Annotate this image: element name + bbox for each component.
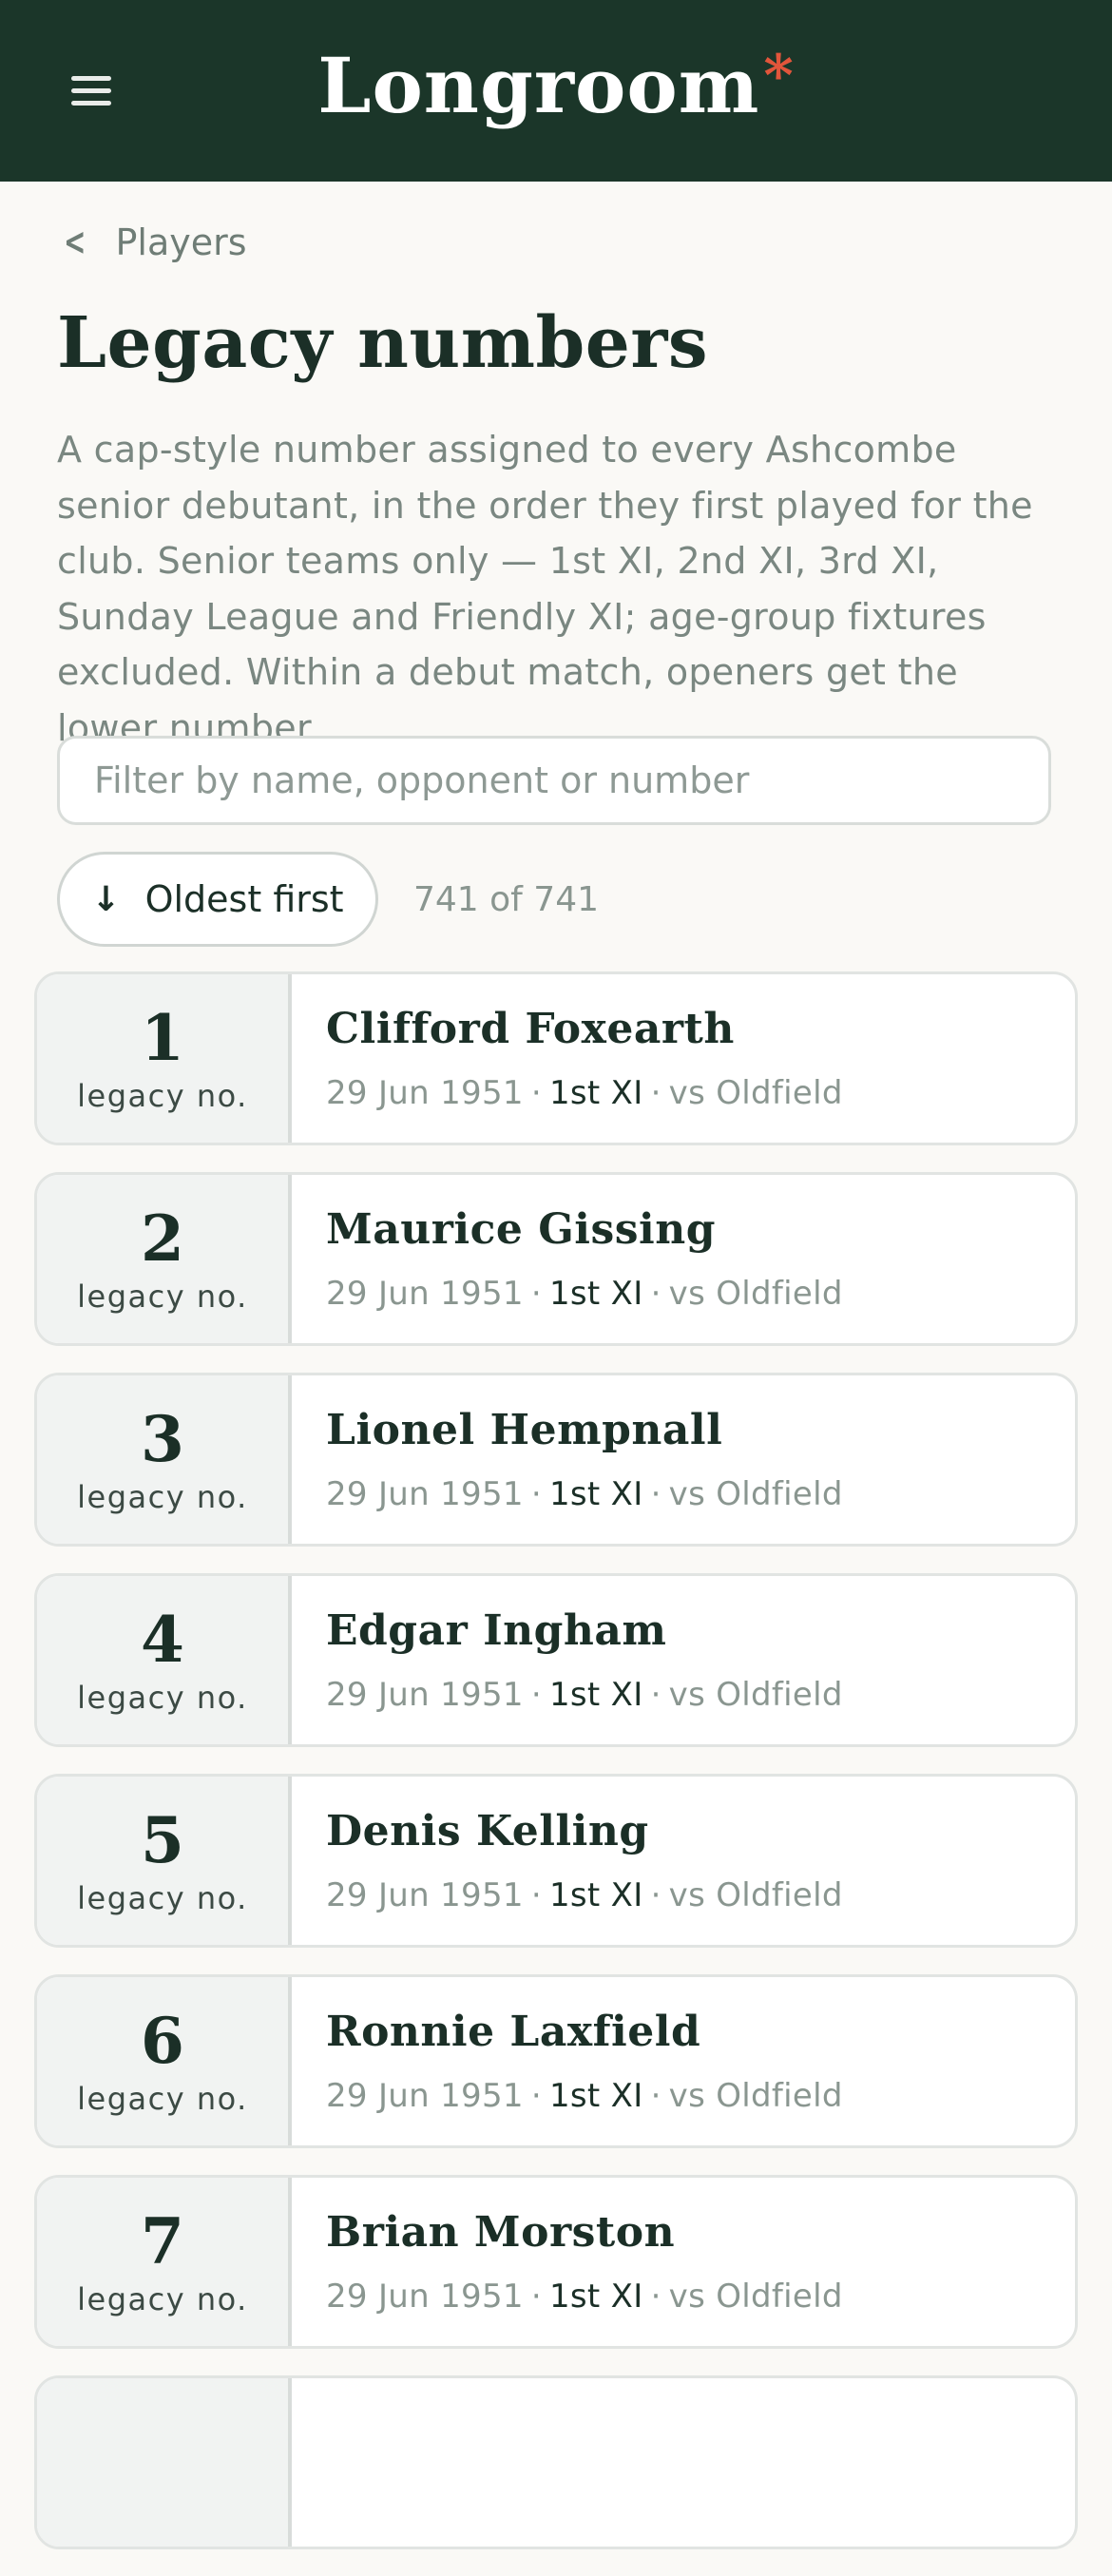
player-info: Brian Morston 29 Jun 1951 · 1st XI · vs Oldf… xyxy=(292,2178,843,2346)
arrow-down-icon: ↓ xyxy=(91,879,121,919)
legacy-number: 2 xyxy=(141,1201,184,1276)
debut-opponent: vs Oldfield xyxy=(668,1876,843,1914)
player-card[interactable]: 2 legacy no. Maurice Gissing 29 Jun 1951… xyxy=(34,1172,1078,1346)
player-info: Lionel Hempnall 29 Jun 1951 · 1st XI · vs Ol… xyxy=(292,1375,843,1544)
debut-opponent: vs Oldfield xyxy=(668,2278,843,2316)
hamburger-icon xyxy=(71,76,111,106)
brand-name: Longroom xyxy=(317,40,760,130)
player-card[interactable]: 1 legacy no. Clifford Foxearth 29 Jun 19… xyxy=(34,971,1078,1145)
debut-details: 29 Jun 1951 · 1st XI · vs Oldfield xyxy=(326,1475,843,1513)
player-name: Clifford Foxearth xyxy=(326,1005,735,1053)
legacy-number-label: legacy no. xyxy=(77,1077,248,1114)
player-name: Lionel Hempnall xyxy=(326,1406,723,1454)
legacy-number-box: 7 legacy no. xyxy=(37,2178,292,2346)
legacy-number: 7 xyxy=(141,2203,184,2278)
debut-team: 1st XI xyxy=(548,2278,643,2316)
debut-opponent: vs Oldfield xyxy=(668,1676,843,1714)
legacy-number-label: legacy no. xyxy=(77,1679,248,1716)
debut-team: 1st XI xyxy=(548,1475,643,1513)
debut-date: 29 Jun 1951 xyxy=(326,2278,524,2316)
debut-team: 1st XI xyxy=(548,1676,643,1714)
page-description: A cap-style number assigned to every Ash… xyxy=(57,429,1033,749)
player-info: Clifford Foxearth 29 Jun 1951 · 1st XI · vs … xyxy=(292,974,843,1143)
legacy-number-box: 6 legacy no. xyxy=(37,1977,292,2145)
legacy-number: 1 xyxy=(141,1000,184,1075)
debut-team: 1st XI xyxy=(548,2077,643,2115)
debut-date: 29 Jun 1951 xyxy=(326,1275,524,1313)
player-card[interactable]: 6 legacy no. Ronnie Laxfield 29 Jun 1951… xyxy=(34,1974,1078,2148)
player-card[interactable]: 7 legacy no. Brian Morston 29 Jun 1951 · 1… xyxy=(34,2175,1078,2349)
page-title: Legacy numbers xyxy=(57,302,708,384)
player-card[interactable]: 5 legacy no. Denis Kelling 29 Jun 1951 · 1… xyxy=(34,1774,1078,1948)
debut-date: 29 Jun 1951 xyxy=(326,1876,524,1914)
debut-details: 29 Jun 1951 · 1st XI · vs Oldfield xyxy=(326,1676,843,1714)
legacy-number-box: 1 legacy no. xyxy=(37,974,292,1143)
player-info xyxy=(292,2378,326,2547)
brand-logo[interactable]: Longroom* xyxy=(317,41,795,130)
legacy-number-label: legacy no. xyxy=(77,1278,248,1315)
debut-details: 29 Jun 1951 · 1st XI · vs Oldfield xyxy=(326,2278,843,2316)
top-app-bar: Longroom* xyxy=(0,0,1112,182)
debut-opponent: vs Oldfield xyxy=(668,2077,843,2115)
debut-details: 29 Jun 1951 · 1st XI · vs Oldfield xyxy=(326,1074,843,1112)
legacy-number-box xyxy=(37,2378,292,2547)
debut-details: 29 Jun 1951 · 1st XI · vs Oldfield xyxy=(326,1876,843,1914)
debut-date: 29 Jun 1951 xyxy=(326,1475,524,1513)
legacy-list: 1 legacy no. Clifford Foxearth 29 Jun 19… xyxy=(34,971,1078,2576)
filter-input[interactable] xyxy=(57,736,1051,825)
sort-toggle-button[interactable]: ↓ Oldest first xyxy=(57,852,378,947)
debut-date: 29 Jun 1951 xyxy=(326,2077,524,2115)
legacy-number: 4 xyxy=(141,1602,184,1677)
debut-date: 29 Jun 1951 xyxy=(326,1676,524,1714)
back-link-label: Players xyxy=(115,221,247,263)
debut-team: 1st XI xyxy=(548,1876,643,1914)
player-info: Maurice Gissing 29 Jun 1951 · 1st XI · vs Ol… xyxy=(292,1175,843,1343)
legacy-number-label: legacy no. xyxy=(77,2280,248,2317)
debut-date: 29 Jun 1951 xyxy=(326,1074,524,1112)
result-count: 741 of 741 xyxy=(413,880,600,919)
legacy-number-box: 2 legacy no. xyxy=(37,1175,292,1343)
legacy-number: 6 xyxy=(141,2003,184,2078)
debut-team: 1st XI xyxy=(548,1275,643,1313)
back-link[interactable]: < Players xyxy=(59,221,247,264)
player-name: Maurice Gissing xyxy=(326,1205,717,1254)
player-name: Denis Kelling xyxy=(326,1807,649,1855)
chevron-left-icon: < xyxy=(64,221,86,264)
debut-opponent: vs Oldfield xyxy=(668,1275,843,1313)
legacy-number: 5 xyxy=(141,1802,184,1877)
debut-details: 29 Jun 1951 · 1st XI · vs Oldfield xyxy=(326,1275,843,1313)
player-name: Ronnie Laxfield xyxy=(326,2008,701,2056)
debut-opponent: vs Oldfield xyxy=(668,1074,843,1112)
player-name: Brian Morston xyxy=(326,2208,676,2257)
menu-button[interactable] xyxy=(57,53,125,129)
brand-asterisk: * xyxy=(763,42,795,109)
debut-opponent: vs Oldfield xyxy=(668,1475,843,1513)
player-info: Denis Kelling 29 Jun 1951 · 1st XI · vs Oldf… xyxy=(292,1777,843,1945)
legacy-number-label: legacy no. xyxy=(77,2080,248,2117)
debut-team: 1st XI xyxy=(548,1074,643,1112)
player-card[interactable] xyxy=(34,2375,1078,2549)
legacy-number-box: 5 legacy no. xyxy=(37,1777,292,1945)
player-card[interactable]: 3 legacy no. Lionel Hempnall 29 Jun 1951… xyxy=(34,1373,1078,1547)
legacy-number-label: legacy no. xyxy=(77,1478,248,1515)
player-card[interactable]: 4 legacy no. Edgar Ingham 29 Jun 1951 · 1s… xyxy=(34,1573,1078,1747)
legacy-number: 3 xyxy=(141,1401,184,1476)
legacy-number-box: 3 legacy no. xyxy=(37,1375,292,1544)
player-info: Edgar Ingham 29 Jun 1951 · 1st XI · vs Oldfi… xyxy=(292,1576,843,1744)
player-name: Edgar Ingham xyxy=(326,1606,667,1655)
legacy-number-box: 4 legacy no. xyxy=(37,1576,292,1744)
debut-details: 29 Jun 1951 · 1st XI · vs Oldfield xyxy=(326,2077,843,2115)
sort-label: Oldest first xyxy=(144,878,344,920)
player-info: Ronnie Laxfield 29 Jun 1951 · 1st XI · vs Ol… xyxy=(292,1977,843,2145)
legacy-number-label: legacy no. xyxy=(77,1879,248,1916)
